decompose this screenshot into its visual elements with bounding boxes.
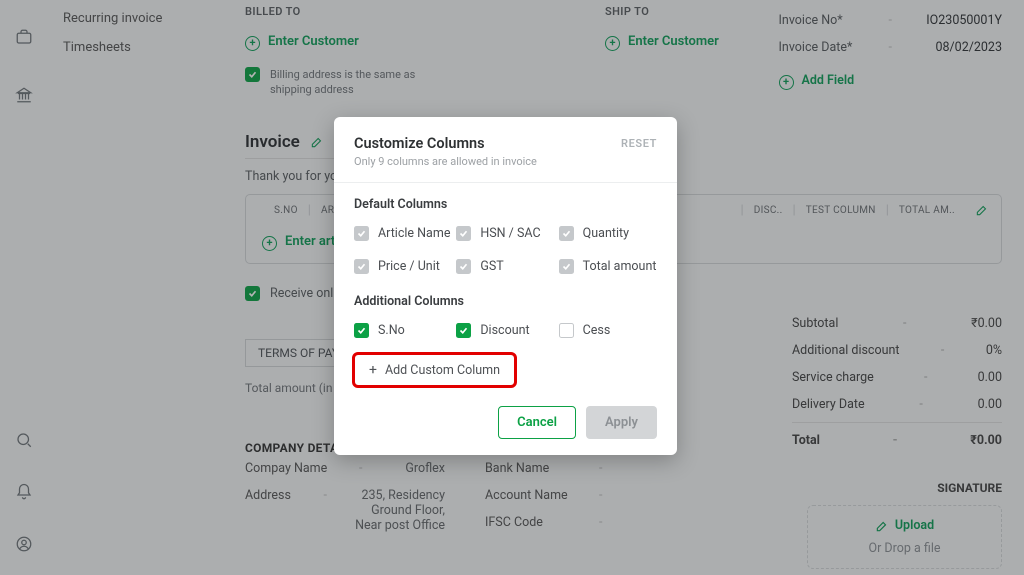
default-columns-title: Default Columns xyxy=(354,197,657,212)
cancel-button[interactable]: Cancel xyxy=(498,406,576,439)
checkbox-quantity xyxy=(559,226,574,241)
add-custom-label: Add Custom Column xyxy=(385,363,500,378)
checkbox-hsn-sac xyxy=(456,226,471,241)
reset-button[interactable]: RESET xyxy=(621,137,657,150)
checkbox-sno[interactable] xyxy=(354,323,369,338)
modal-subtitle: Only 9 columns are allowed in invoice xyxy=(354,155,657,168)
checkbox-price-unit xyxy=(354,259,369,274)
opt-label: Discount xyxy=(480,323,529,338)
opt-label: Total amount xyxy=(583,259,657,274)
add-custom-column-button[interactable]: + Add Custom Column xyxy=(354,354,515,386)
opt-label: S.No xyxy=(378,323,405,338)
apply-button[interactable]: Apply xyxy=(586,406,657,439)
checkbox-total-amount xyxy=(559,259,574,274)
opt-label: Price / Unit xyxy=(378,259,440,274)
checkbox-cess[interactable] xyxy=(559,323,574,338)
opt-label: GST xyxy=(480,259,503,274)
modal-title: Customize Columns xyxy=(354,135,657,152)
opt-label: HSN / SAC xyxy=(480,226,540,241)
checkbox-discount[interactable] xyxy=(456,323,471,338)
opt-label: Article Name xyxy=(378,226,450,241)
opt-label: Cess xyxy=(583,323,611,338)
customize-columns-modal: Customize Columns Only 9 columns are all… xyxy=(334,117,677,455)
plus-icon: + xyxy=(369,362,377,378)
checkbox-article-name xyxy=(354,226,369,241)
checkbox-gst xyxy=(456,259,471,274)
additional-columns-title: Additional Columns xyxy=(354,294,657,309)
opt-label: Quantity xyxy=(583,226,629,241)
